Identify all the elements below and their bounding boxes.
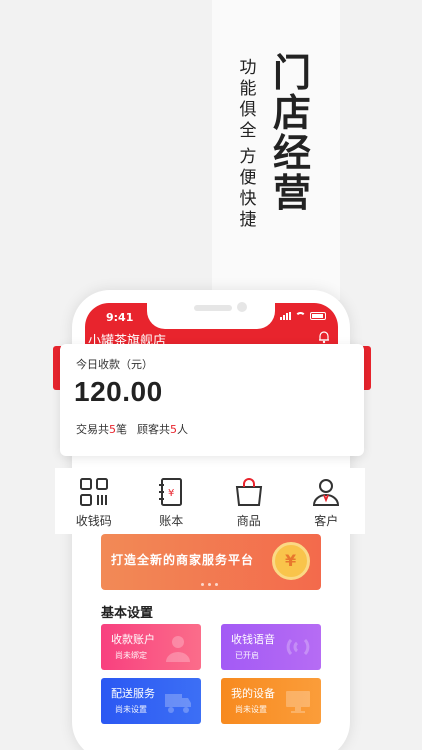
coin-icon: ¥: [272, 542, 310, 580]
truck-icon: [165, 694, 191, 713]
qr-code-icon: [79, 478, 108, 506]
customers-unit: 人: [177, 423, 188, 436]
tile-status: 已开启: [235, 651, 259, 660]
tile-status: 尚未绑定: [115, 651, 147, 660]
banner-pagination: [201, 583, 218, 586]
transactions-stat: 交易共5笔: [76, 421, 127, 437]
promo-subline-convenience: 方便快捷: [239, 147, 257, 230]
customers-count: 5: [170, 423, 177, 436]
tile-my-devices[interactable]: 我的设备 尚未设置: [221, 678, 321, 724]
customer-icon: [313, 479, 340, 506]
tile-title: 配送服务: [111, 687, 155, 700]
settings-title: 基本设置: [101, 606, 154, 621]
quick-action-products[interactable]: 商品: [210, 468, 288, 534]
phone-speaker: [194, 305, 232, 311]
quick-action-ledger[interactable]: ¥ 账本: [133, 468, 211, 534]
svg-text:¥: ¥: [168, 488, 174, 499]
quick-action-payment-code[interactable]: 收钱码: [55, 468, 133, 534]
app-store-screenshot: 门店经营 功能俱全 方便快捷 9:41 小罐茶旗舰店 今日收款（元） 120.0…: [0, 0, 422, 750]
signal-icon: [280, 312, 291, 320]
customers-prefix: 顾客共: [137, 423, 170, 436]
tile-delivery-service[interactable]: 配送服务 尚未设置: [101, 678, 201, 724]
quick-action-label: 客户: [314, 514, 339, 528]
phone-camera: [237, 302, 247, 312]
sound-icon: [286, 638, 310, 656]
status-time: 9:41: [106, 311, 134, 324]
transactions-prefix: 交易共: [76, 423, 109, 436]
promo-banner[interactable]: 打造全新的商家服务平台 ¥: [101, 534, 321, 590]
coin-symbol: ¥: [285, 551, 297, 570]
tile-title: 收款账户: [111, 633, 155, 646]
quick-action-label: 账本: [159, 514, 184, 528]
card-accent-right: [363, 346, 371, 390]
tile-title: 我的设备: [231, 687, 275, 700]
monitor-icon: [286, 691, 310, 713]
battery-icon: [310, 312, 326, 320]
promo-headline: 门店经营: [272, 51, 311, 215]
tile-status: 尚未设置: [235, 705, 267, 714]
quick-action-customers[interactable]: 客户: [288, 468, 366, 534]
promo-subline-features: 功能俱全: [239, 58, 257, 141]
today-stats: 交易共5笔 顾客共5人: [76, 421, 188, 437]
shopping-bag-icon: [235, 478, 262, 506]
tile-status: 尚未设置: [115, 705, 147, 714]
tile-title: 收钱语音: [231, 633, 275, 646]
transactions-count: 5: [109, 423, 116, 436]
quick-action-label: 商品: [236, 514, 261, 528]
quick-action-label: 收钱码: [75, 514, 112, 528]
ledger-icon: ¥: [159, 478, 183, 506]
banner-text: 打造全新的商家服务平台: [111, 553, 255, 567]
today-revenue-card[interactable]: 今日收款（元） 120.00 交易共5笔 顾客共5人: [60, 344, 364, 456]
bell-icon[interactable]: [317, 330, 331, 344]
tile-payment-account[interactable]: 收款账户 尚未绑定: [101, 624, 201, 670]
tile-payment-voice[interactable]: 收钱语音 已开启: [221, 624, 321, 670]
today-revenue-label: 今日收款（元）: [76, 358, 153, 371]
wifi-icon: [295, 312, 306, 320]
customers-stat: 顾客共5人: [137, 421, 188, 437]
today-revenue-amount: 120.00: [74, 376, 163, 407]
transactions-unit: 笔: [116, 423, 127, 436]
status-icons: [280, 312, 326, 320]
user-icon: [166, 636, 190, 662]
quick-actions: 收钱码 ¥ 账本 商品 客户: [55, 468, 365, 534]
